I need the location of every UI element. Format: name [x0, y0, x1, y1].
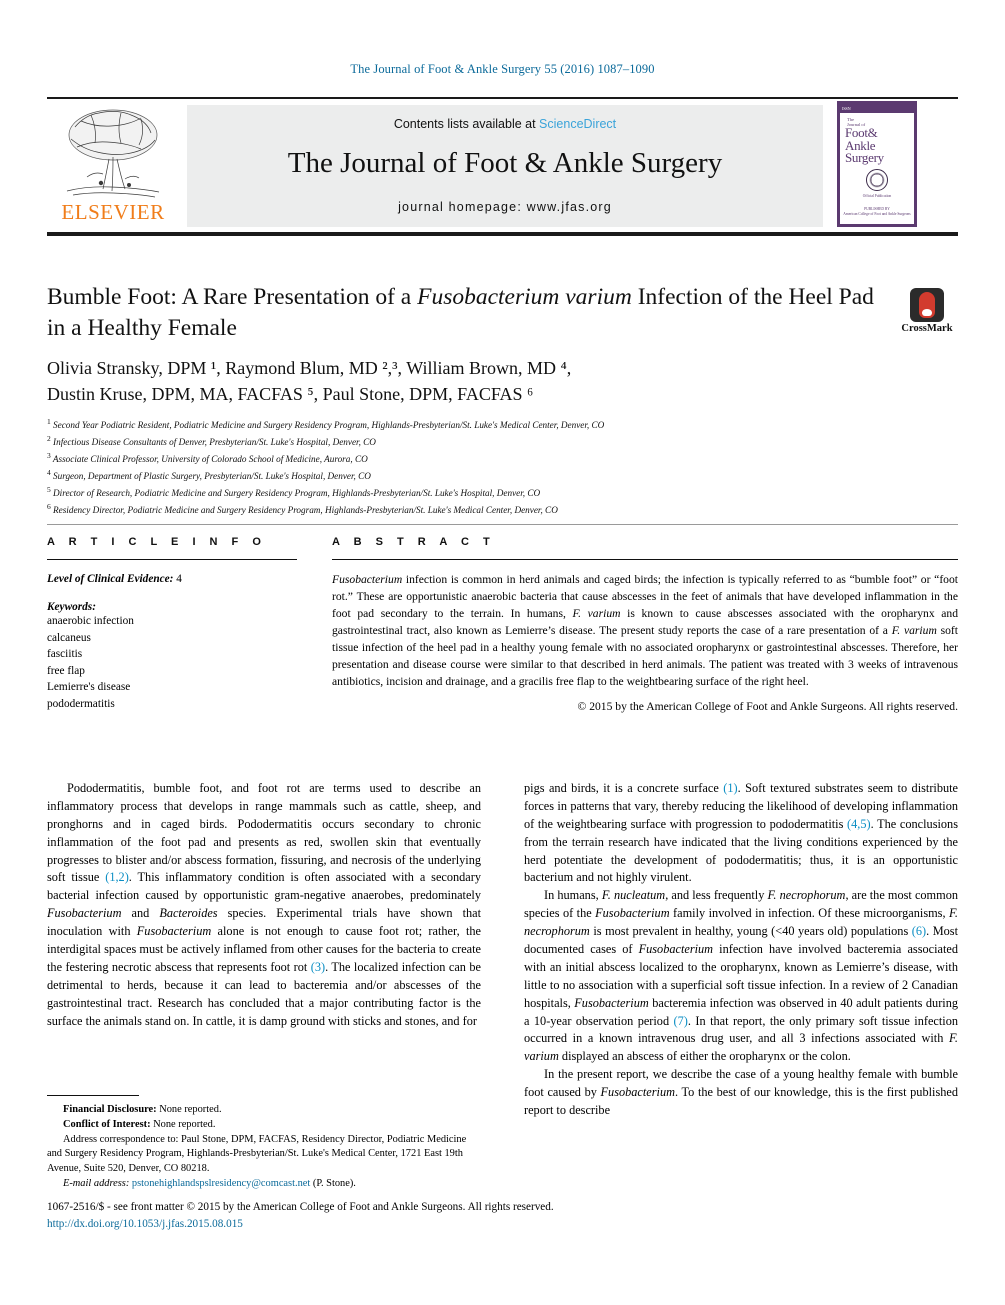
abstract-divider [332, 559, 958, 560]
running-head: The Journal of Foot & Ankle Surgery 55 (… [350, 62, 655, 76]
affiliation-text: Residency Director, Podiatric Medicine a… [53, 505, 558, 516]
abstract-copyright: © 2015 by the American College of Foot a… [577, 700, 958, 714]
citation-link[interactable]: (6) [912, 924, 926, 938]
journal-article-page: The Journal of Foot & Ankle Surgery 55 (… [0, 0, 1005, 1305]
article-info-column: A R T I C L E I N F O Level of Clinical … [47, 536, 297, 712]
footnote-financial: Financial Disclosure: None reported. [47, 1103, 481, 1118]
article-title: Bumble Foot: A Rare Presentation of a Fu… [47, 282, 877, 343]
email-link[interactable]: pstonehighlandspslresidency@comcast.net [132, 1178, 310, 1189]
citation-link[interactable]: (4,5) [847, 817, 871, 831]
citation-link[interactable]: (7) [674, 1014, 688, 1028]
crossmark-icon [910, 288, 944, 322]
contents-available-line: Contents lists available at ScienceDirec… [187, 105, 823, 131]
journal-title: The Journal of Foot & Ankle Surgery [287, 147, 723, 179]
email-label: E-mail address: [63, 1177, 130, 1189]
title-part-1: Bumble Foot: A Rare Presentation of a [47, 284, 418, 310]
paragraph: In the present report, we describe the c… [524, 1067, 958, 1118]
address-label: Address correspondence to: [63, 1133, 179, 1145]
journal-homepage[interactable]: journal homepage: www.jfas.org [187, 200, 823, 214]
affiliation-text: Director of Research, Podiatric Medicine… [53, 488, 541, 499]
masthead-bottom-rule [47, 232, 958, 236]
footnote-rule [47, 1095, 139, 1096]
keyword-item: fasciitis [47, 648, 83, 661]
sciencedirect-link[interactable]: ScienceDirect [539, 117, 616, 131]
elsevier-logo: ELSEVIER [49, 105, 177, 227]
abstract-heading: A B S T R A C T [332, 536, 496, 548]
doi-link[interactable]: http://dx.doi.org/10.1053/j.jfas.2015.08… [47, 1216, 958, 1233]
cover-seal-icon [866, 168, 888, 191]
keywords-label: Keywords: [47, 601, 96, 614]
paragraph: Pododermatitis, bumble foot, and foot ro… [47, 781, 482, 1028]
elsevier-tree-icon [66, 109, 160, 198]
info-section-rule [47, 524, 958, 525]
keyword-item: anaerobic infection [47, 615, 134, 628]
level-of-evidence: Level of Clinical Evidence: 4 [47, 571, 297, 587]
keyword-item: pododermatitis [47, 697, 115, 710]
financial-label: Financial Disclosure: [63, 1104, 157, 1115]
affiliation-item: 5 Director of Research, Podiatric Medici… [47, 485, 541, 499]
cover-seal-caption: Official Publication [862, 193, 892, 198]
contents-prefix: Contents lists available at [393, 117, 540, 131]
affiliation-list: 1 Second Year Podiatric Resident, Podiat… [47, 416, 877, 518]
masthead-panel: Contents lists available at ScienceDirec… [187, 105, 823, 227]
affiliation-item: 2 Infectious Disease Consultants of Denv… [47, 434, 376, 448]
body-column-right: pigs and birds, it is a concrete surface… [524, 780, 958, 1120]
abstract-body: Fusobacterium infection is common in her… [332, 573, 959, 689]
affiliation-item: 6 Residency Director, Podiatric Medicine… [47, 502, 558, 516]
evidence-value: 4 [176, 573, 182, 585]
affiliation-item: 1 Second Year Podiatric Resident, Podiat… [47, 417, 605, 431]
evidence-label: Level of Clinical Evidence: [47, 573, 174, 585]
crossmark-label: CrossMark [901, 323, 953, 334]
footnote-block: Financial Disclosure: None reported. Con… [47, 1095, 481, 1192]
journal-cover-thumbnail: ISSN The Journal of Foot& Ankle Surgery … [837, 101, 917, 227]
author-list: Olivia Stransky, DPM ¹, Raymond Blum, MD… [47, 355, 877, 407]
elsevier-wordmark: ELSEVIER [61, 200, 165, 224]
footnote-address: Address correspondence to: Paul Stone, D… [47, 1133, 481, 1177]
cover-footer-line-1: PUBLISHED BY [864, 207, 890, 212]
author-line-2: Dustin Kruse, DPM, MA, FACFAS ⁵, Paul St… [47, 384, 534, 405]
keyword-item: calcaneus [47, 631, 91, 644]
cover-footer-line-2: American College of Foot and Ankle Surge… [843, 212, 911, 217]
abstract-column: A B S T R A C T Fusobacterium infection … [332, 536, 958, 713]
paragraph: In humans, F. nucleatum, and less freque… [524, 888, 958, 1064]
crossmark-badge[interactable]: CrossMark [888, 288, 966, 338]
conflict-value: None reported. [150, 1118, 216, 1130]
article-info-heading: A R T I C L E I N F O [47, 536, 267, 548]
email-suffix: (P. Stone). [310, 1177, 356, 1189]
affiliation-text: Associate Clinical Professor, University… [52, 454, 368, 465]
affiliation-text: Second Year Podiatric Resident, Podiatri… [53, 420, 605, 431]
cover-title-line-3: Surgery [845, 150, 884, 166]
keyword-item: free flap [47, 664, 85, 677]
paragraph: pigs and birds, it is a concrete surface… [524, 781, 958, 885]
affiliation-item: 4 Surgeon, Department of Plastic Surgery… [47, 468, 371, 482]
conflict-label: Conflict of Interest: [63, 1118, 151, 1130]
footnote-email: E-mail address: pstonehighlandspslreside… [47, 1177, 481, 1192]
page-footer: 1067-2516/$ - see front matter © 2015 by… [47, 1199, 958, 1233]
citation-link[interactable]: (1,2) [105, 870, 129, 884]
affiliation-text: Surgeon, Department of Plastic Surgery, … [53, 471, 371, 482]
keyword-item: Lemierre's disease [47, 681, 131, 694]
citation-link[interactable]: (1) [723, 781, 737, 795]
journal-masthead: ELSEVIER Contents lists available at Sci… [47, 97, 958, 231]
footnote-conflict: Conflict of Interest: None reported. [47, 1118, 481, 1133]
affiliation-item: 3 Associate Clinical Professor, Universi… [47, 451, 368, 465]
financial-value: None reported. [156, 1104, 222, 1115]
citation-link[interactable]: (3) [311, 960, 325, 974]
cover-issn-bar: ISSN [840, 104, 914, 113]
body-column-left: Pododermatitis, bumble foot, and foot ro… [47, 780, 481, 1030]
article-header: Bumble Foot: A Rare Presentation of a Fu… [47, 282, 877, 518]
frontmatter-line: 1067-2516/$ - see front matter © 2015 by… [47, 1201, 554, 1213]
article-info-divider [47, 559, 297, 560]
affiliation-text: Infectious Disease Consultants of Denver… [53, 437, 376, 448]
title-species-italic: Fusobacterium varium [417, 284, 632, 310]
author-line-1: Olivia Stransky, DPM ¹, Raymond Blum, MD… [47, 358, 572, 379]
